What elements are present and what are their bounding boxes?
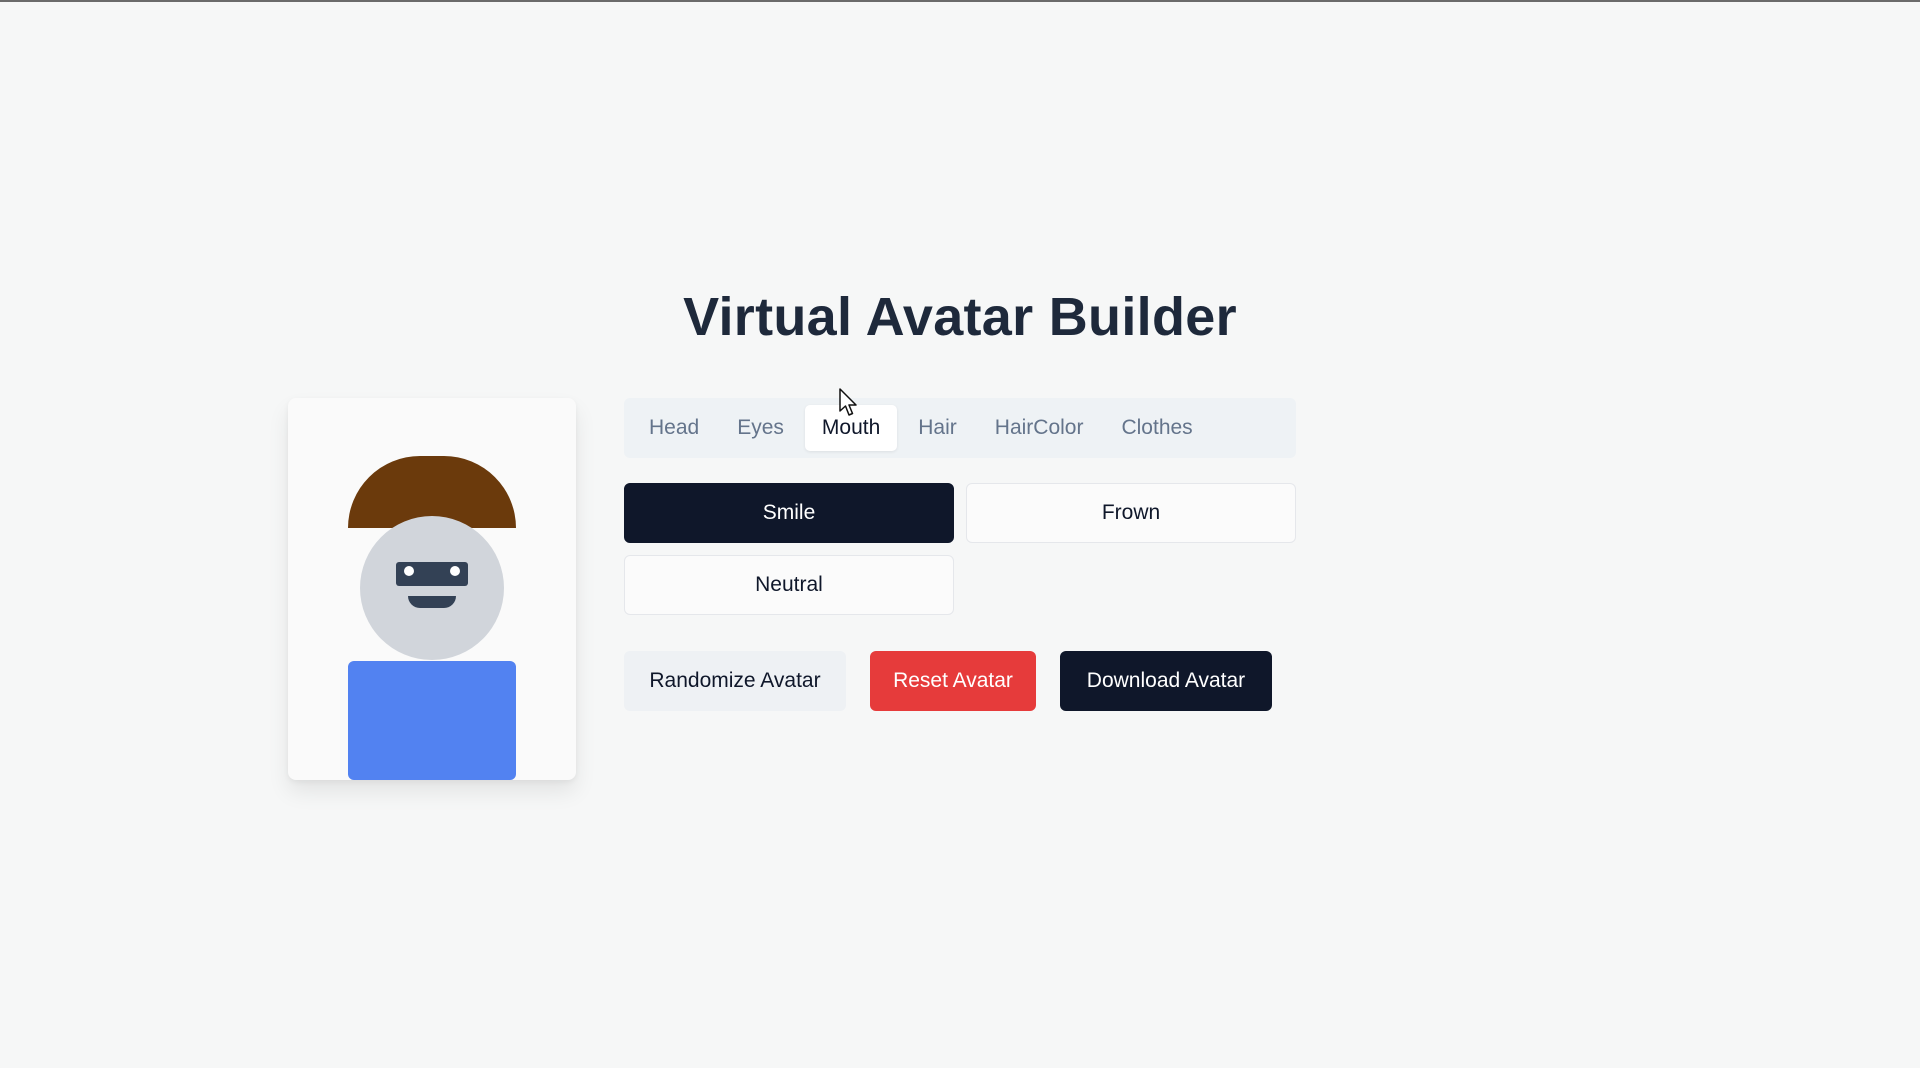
avatar-left-eye-highlight: [404, 566, 414, 576]
avatar-eyes: [396, 562, 468, 586]
tab-eyes[interactable]: Eyes: [720, 405, 801, 451]
avatar-preview: [288, 398, 576, 780]
download-avatar-button[interactable]: Download Avatar: [1060, 651, 1272, 711]
top-border: [0, 0, 1920, 2]
category-tabs: Head Eyes Mouth Hair HairColor Clothes: [624, 398, 1296, 458]
mouth-option-neutral-button[interactable]: Neutral: [624, 555, 954, 615]
tab-clothes[interactable]: Clothes: [1104, 405, 1209, 451]
reset-avatar-button[interactable]: Reset Avatar: [870, 651, 1036, 711]
avatar-head: [360, 516, 504, 660]
page-title: Virtual Avatar Builder: [683, 287, 1237, 347]
tab-head[interactable]: Head: [632, 405, 716, 451]
avatar-clothes: [348, 661, 516, 780]
avatar-mouth-smile: [408, 596, 456, 608]
mouse-cursor-icon: [839, 388, 857, 416]
avatar-right-eye-highlight: [450, 566, 460, 576]
mouth-option-smile-button[interactable]: Smile: [624, 483, 954, 543]
tab-haircolor[interactable]: HairColor: [978, 405, 1101, 451]
mouth-option-frown-button[interactable]: Frown: [966, 483, 1296, 543]
randomize-avatar-button[interactable]: Randomize Avatar: [624, 651, 846, 711]
tab-hair[interactable]: Hair: [901, 405, 974, 451]
